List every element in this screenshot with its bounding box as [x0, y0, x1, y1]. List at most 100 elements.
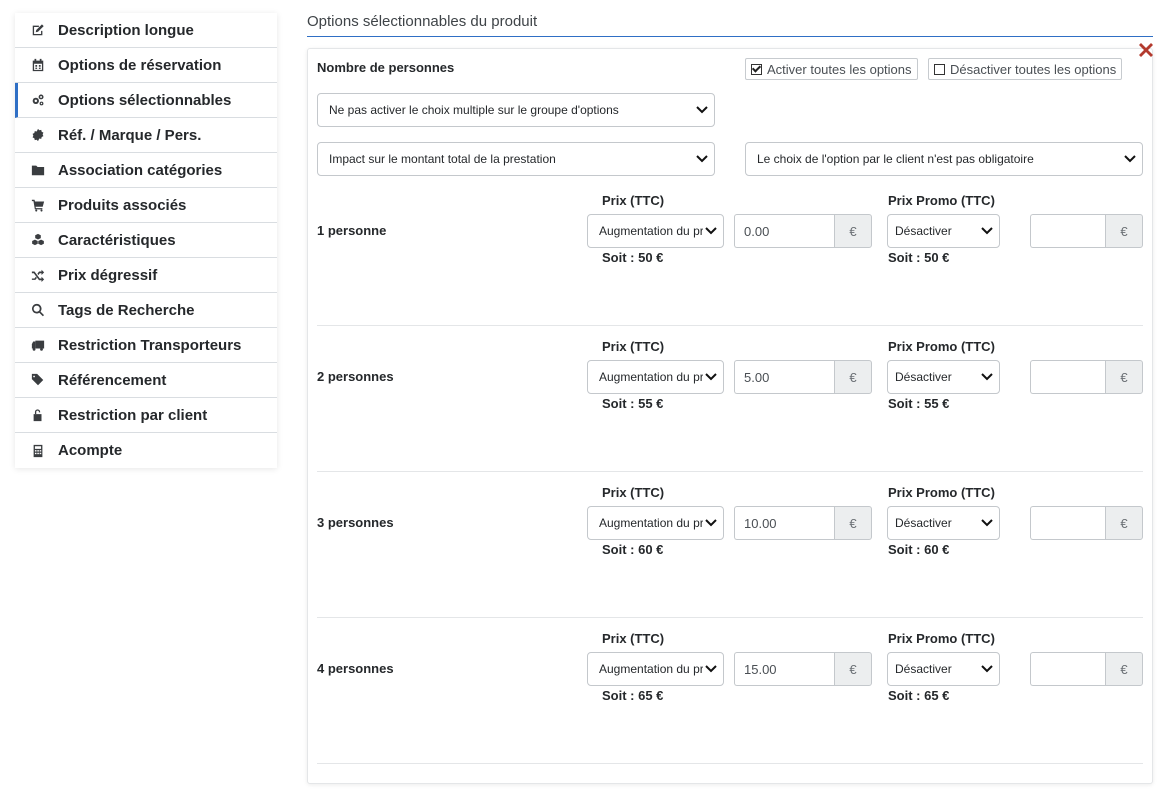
impact-select[interactable]: Impact sur le montant total de la presta… — [317, 142, 715, 176]
promo-input-group: € — [1030, 360, 1143, 394]
activate-all-label: Activer toutes les options — [767, 61, 912, 77]
price-input-group: 15.00 € — [734, 652, 872, 686]
price-mode-select[interactable]: Augmentation du prix — [587, 506, 724, 540]
currency-addon: € — [834, 652, 872, 686]
truck-icon — [30, 338, 45, 353]
price-total: Soit : 50 € — [602, 250, 664, 265]
promo-mode-select[interactable]: Désactiver — [887, 214, 1000, 248]
chevron-down-icon — [981, 227, 993, 235]
sidebar-item-description-longue[interactable]: Description longue — [15, 13, 277, 48]
price-mode-select[interactable]: Augmentation du prix — [587, 214, 724, 248]
price-input[interactable]: 0.00 — [734, 214, 834, 248]
shuffle-icon — [30, 268, 45, 283]
calculator-icon — [30, 443, 45, 458]
price-total: Soit : 55 € — [602, 396, 664, 411]
chevron-down-icon — [696, 155, 708, 163]
sidebar-menu: Description longue Options de réservatio… — [15, 13, 277, 468]
promo-total: Soit : 60 € — [888, 542, 950, 557]
sidebar-item-label: Options de réservation — [58, 56, 222, 74]
promo-total: Soit : 50 € — [888, 250, 950, 265]
calendar-icon — [30, 58, 45, 73]
gears-icon — [30, 93, 45, 108]
row-divider — [317, 471, 1143, 472]
sidebar-item-label: Description longue — [58, 21, 194, 39]
chevron-down-icon — [981, 373, 993, 381]
option-label: 1 personne — [317, 223, 387, 238]
price-input[interactable]: 10.00 — [734, 506, 834, 540]
currency-addon: € — [834, 506, 872, 540]
promo-price-head: Prix Promo (TTC) — [888, 485, 995, 500]
sidebar-item-label: Prix dégressif — [58, 266, 158, 284]
sidebar-item-tags-recherche[interactable]: Tags de Recherche — [15, 293, 277, 328]
promo-mode-select[interactable]: Désactiver — [887, 360, 1000, 394]
search-icon — [30, 303, 45, 318]
currency-addon: € — [834, 214, 872, 248]
sidebar-item-label: Restriction par client — [58, 406, 208, 424]
currency-addon: € — [1105, 360, 1143, 394]
sidebar-item-restriction-client[interactable]: Restriction par client — [15, 398, 277, 433]
sidebar-item-options-selectionnables[interactable]: Options sélectionnables — [15, 83, 277, 118]
section-title: Options sélectionnables du produit — [307, 13, 1153, 37]
multi-choice-select[interactable]: Ne pas activer le choix multiple sur le … — [317, 93, 715, 127]
promo-input-group: € — [1030, 652, 1143, 686]
option-label: 3 personnes — [317, 515, 394, 530]
currency-addon: € — [1105, 506, 1143, 540]
sidebar-item-produits-associes[interactable]: Produits associés — [15, 188, 277, 223]
promo-mode-select[interactable]: Désactiver — [887, 506, 1000, 540]
price-mode-select[interactable]: Augmentation du prix — [587, 652, 724, 686]
promo-mode-select[interactable]: Désactiver — [887, 652, 1000, 686]
sidebar-item-caracteristiques[interactable]: Caractéristiques — [15, 223, 277, 258]
badge-icon — [30, 128, 45, 143]
sidebar-item-referencement[interactable]: Référencement — [15, 363, 277, 398]
checked-box-icon — [751, 63, 762, 75]
sidebar-item-ref-marque-pers[interactable]: Réf. / Marque / Pers. — [15, 118, 277, 153]
price-mode-select[interactable]: Augmentation du prix — [587, 360, 724, 394]
edit-icon — [30, 23, 45, 38]
chevron-down-icon — [705, 373, 717, 381]
promo-price-head: Prix Promo (TTC) — [888, 339, 995, 354]
promo-input-group: € — [1030, 214, 1143, 248]
promo-total: Soit : 65 € — [888, 688, 950, 703]
chevron-down-icon — [696, 106, 708, 114]
option-label: 4 personnes — [317, 661, 394, 676]
currency-addon: € — [834, 360, 872, 394]
promo-price-input[interactable] — [1030, 506, 1105, 540]
tags-icon — [30, 373, 45, 388]
deactivate-all-label: Désactiver toutes les options — [950, 61, 1117, 77]
promo-price-input[interactable] — [1030, 214, 1105, 248]
chevron-down-icon — [705, 665, 717, 673]
row-divider — [317, 325, 1143, 326]
sidebar-item-label: Association catégories — [58, 161, 223, 179]
chevron-down-icon — [1124, 155, 1136, 163]
promo-input-group: € — [1030, 506, 1143, 540]
sidebar-item-prix-degressif[interactable]: Prix dégressif — [15, 258, 277, 293]
chevron-down-icon — [705, 519, 717, 527]
activate-all-button[interactable]: Activer toutes les options — [745, 58, 918, 80]
price-total: Soit : 60 € — [602, 542, 664, 557]
price-total: Soit : 65 € — [602, 688, 664, 703]
unlock-icon — [30, 408, 45, 423]
promo-price-input[interactable] — [1030, 652, 1105, 686]
required-select[interactable]: Le choix de l'option par le client n'est… — [745, 142, 1143, 176]
deactivate-all-button[interactable]: Désactiver toutes les options — [928, 58, 1123, 80]
delete-group-icon[interactable] — [1136, 40, 1156, 60]
price-input[interactable]: 5.00 — [734, 360, 834, 394]
sidebar-item-association-categories[interactable]: Association catégories — [15, 153, 277, 188]
sidebar-item-label: Acompte — [58, 442, 123, 459]
price-input-group: 10.00 € — [734, 506, 872, 540]
sidebar-item-acompte[interactable]: Acompte — [15, 433, 277, 468]
chevron-down-icon — [981, 519, 993, 527]
row-divider — [317, 617, 1143, 618]
promo-price-input[interactable] — [1030, 360, 1105, 394]
sidebar-item-options-reservation[interactable]: Options de réservation — [15, 48, 277, 83]
sidebar-item-label: Options sélectionnables — [58, 91, 232, 109]
sidebar-item-label: Caractéristiques — [58, 231, 176, 249]
currency-addon: € — [1105, 652, 1143, 686]
folder-icon — [30, 163, 45, 178]
chevron-down-icon — [981, 665, 993, 673]
sidebar-item-restriction-transporteurs[interactable]: Restriction Transporteurs — [15, 328, 277, 363]
option-label: 2 personnes — [317, 369, 394, 384]
price-input[interactable]: 15.00 — [734, 652, 834, 686]
cart-icon — [30, 198, 45, 213]
sidebar-item-label: Restriction Transporteurs — [58, 336, 242, 354]
